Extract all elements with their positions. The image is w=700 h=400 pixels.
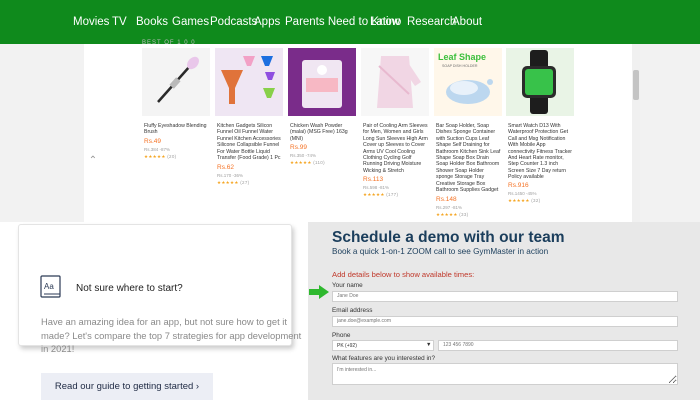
product-card[interactable]: Leaf Shape SOAP DISH HOLDER Bar Soap Hol… xyxy=(434,48,502,217)
nav-item-movies[interactable]: Movies xyxy=(73,0,109,44)
rating-stars: ★★★★★ (32) xyxy=(508,198,540,204)
rating-count: (32) xyxy=(531,198,541,203)
star-icons: ★★★★★ xyxy=(363,192,385,197)
phone-field[interactable] xyxy=(438,340,678,351)
rating-stars: ★★★★★ (27) xyxy=(217,180,249,186)
rating-count: (110) xyxy=(313,160,325,165)
star-icons: ★★★★★ xyxy=(217,180,239,185)
nav-item-latino[interactable]: Latino xyxy=(370,0,401,44)
product-price: Rs.99 xyxy=(290,144,307,151)
scrollbar-thumb[interactable] xyxy=(633,70,639,100)
product-old-price: Rs.1450 -45% xyxy=(508,191,537,196)
product-card[interactable]: Chicken Wash Powder (malai) (MSG Free) 1… xyxy=(288,48,356,214)
star-icons: ★★★★★ xyxy=(290,160,312,165)
nav-item-research[interactable]: Research xyxy=(407,0,456,44)
nav-item-apps[interactable]: Apps xyxy=(254,0,280,44)
demo-subtitle: Book a quick 1-on-1 ZOOM call to see Gym… xyxy=(332,247,549,256)
chevron-down-icon: ▼ xyxy=(426,342,432,348)
features-label: What features are you interested in? xyxy=(332,355,436,362)
product-price: Rs.113 xyxy=(363,176,384,183)
product-card[interactable]: Kitchen Gadgets Silicon Funnel Oil Funne… xyxy=(215,48,283,214)
funnel-icon xyxy=(215,48,283,116)
demo-cta-text: Add details below to show available time… xyxy=(332,270,475,279)
rating-count: (33) xyxy=(459,212,469,217)
brush-icon xyxy=(142,48,210,116)
product-image-arm-sleeves xyxy=(361,48,429,116)
product-title: Chicken Wash Powder (malai) (MSG Free) 1… xyxy=(290,123,348,142)
product-price: Rs.148 xyxy=(436,196,457,203)
product-title: Fluffy Eyeshadow Blending Brush xyxy=(144,123,207,136)
arm-sleeve-icon xyxy=(361,48,429,116)
nav-item-books[interactable]: Books xyxy=(136,0,168,44)
nav-item-podcasts[interactable]: Podcasts xyxy=(210,0,257,44)
nav-item-games[interactable]: Games xyxy=(172,0,209,44)
star-icons: ★★★★★ xyxy=(144,154,166,159)
banner-subtext: SOAP DISH HOLDER xyxy=(442,64,478,68)
name-field[interactable] xyxy=(332,291,678,302)
country-code-select[interactable]: PK (+92) xyxy=(332,340,434,351)
rating-stars: ★★★★★ (20) xyxy=(144,154,176,160)
book-icon: Aa xyxy=(40,275,62,299)
product-image-smart-watch xyxy=(506,48,574,116)
product-image-funnel xyxy=(215,48,283,116)
rating-stars: ★★★★★ (177) xyxy=(363,192,398,198)
chevron-up-icon[interactable]: ⌃ xyxy=(88,155,98,167)
product-title: Bar Soap Holder, Soap Dishes Sponge Cont… xyxy=(436,123,501,194)
country-code-value: PK (+92) xyxy=(337,343,357,349)
section-label: BEST OF 1 0 0 xyxy=(142,40,196,46)
arrow-right-icon xyxy=(309,285,329,299)
rating-count: (27) xyxy=(240,180,250,185)
star-icons: ★★★★★ xyxy=(508,198,530,203)
product-title: Kitchen Gadgets Silicon Funnel Oil Funne… xyxy=(217,123,281,162)
rating-stars: ★★★★★ (110) xyxy=(290,160,325,166)
banner-text: Leaf Shape xyxy=(438,52,486,62)
guide-body: Have an amazing idea for an app, but not… xyxy=(41,316,302,354)
name-label: Your name xyxy=(332,282,363,289)
rating-stars: ★★★★★ (33) xyxy=(436,212,468,218)
star-icons: ★★★★★ xyxy=(436,212,458,217)
product-price: Rs.62 xyxy=(217,164,234,171)
product-image-brush xyxy=(142,48,210,116)
product-image-soap-holder: Leaf Shape SOAP DISH HOLDER xyxy=(434,48,502,116)
book-icon-text: Aa xyxy=(44,282,54,291)
rating-count: (20) xyxy=(167,154,177,159)
email-label: Email address xyxy=(332,307,373,314)
product-title: Pair of Cooling Arm Sleeves for Men, Wom… xyxy=(363,123,428,174)
features-textarea[interactable] xyxy=(332,363,678,385)
product-old-price: Rs.350 -74% xyxy=(290,153,317,158)
product-card[interactable]: Fluffy Eyeshadow Blending Brush Rs.49 Rs… xyxy=(142,48,210,214)
product-title: Smart Watch D13 With Waterproof Protecti… xyxy=(508,123,572,181)
phone-label: Phone xyxy=(332,332,351,339)
powder-pack-icon xyxy=(288,48,356,116)
email-field[interactable] xyxy=(332,316,678,327)
nav-item-tv[interactable]: TV xyxy=(112,0,127,44)
product-price: Rs.916 xyxy=(508,182,529,189)
top-navigation-bar: Movies TV Books Games Podcasts Apps Pare… xyxy=(0,0,700,44)
product-price: Rs.49 xyxy=(144,138,161,145)
nav-item-about[interactable]: About xyxy=(452,0,482,44)
soap-holder-icon: Leaf Shape SOAP DISH HOLDER xyxy=(434,48,502,116)
product-image-chicken-wash xyxy=(288,48,356,116)
product-old-price: Rs.297 -81% xyxy=(436,205,463,210)
product-old-price: Rs.170 -36% xyxy=(217,173,244,178)
product-card[interactable]: Smart Watch D13 With Waterproof Protecti… xyxy=(506,48,574,214)
read-guide-button[interactable]: Read our guide to getting started › xyxy=(41,373,213,400)
guide-title: Not sure where to start? xyxy=(76,283,183,294)
product-card[interactable]: Pair of Cooling Arm Sleeves for Men, Wom… xyxy=(361,48,429,214)
product-old-price: Rs.384 -87% xyxy=(144,147,171,152)
rating-count: (177) xyxy=(386,192,399,197)
demo-title: Schedule a demo with our team xyxy=(332,229,565,246)
product-old-price: Rs.598 -81% xyxy=(363,185,390,190)
smart-watch-icon xyxy=(506,48,574,116)
